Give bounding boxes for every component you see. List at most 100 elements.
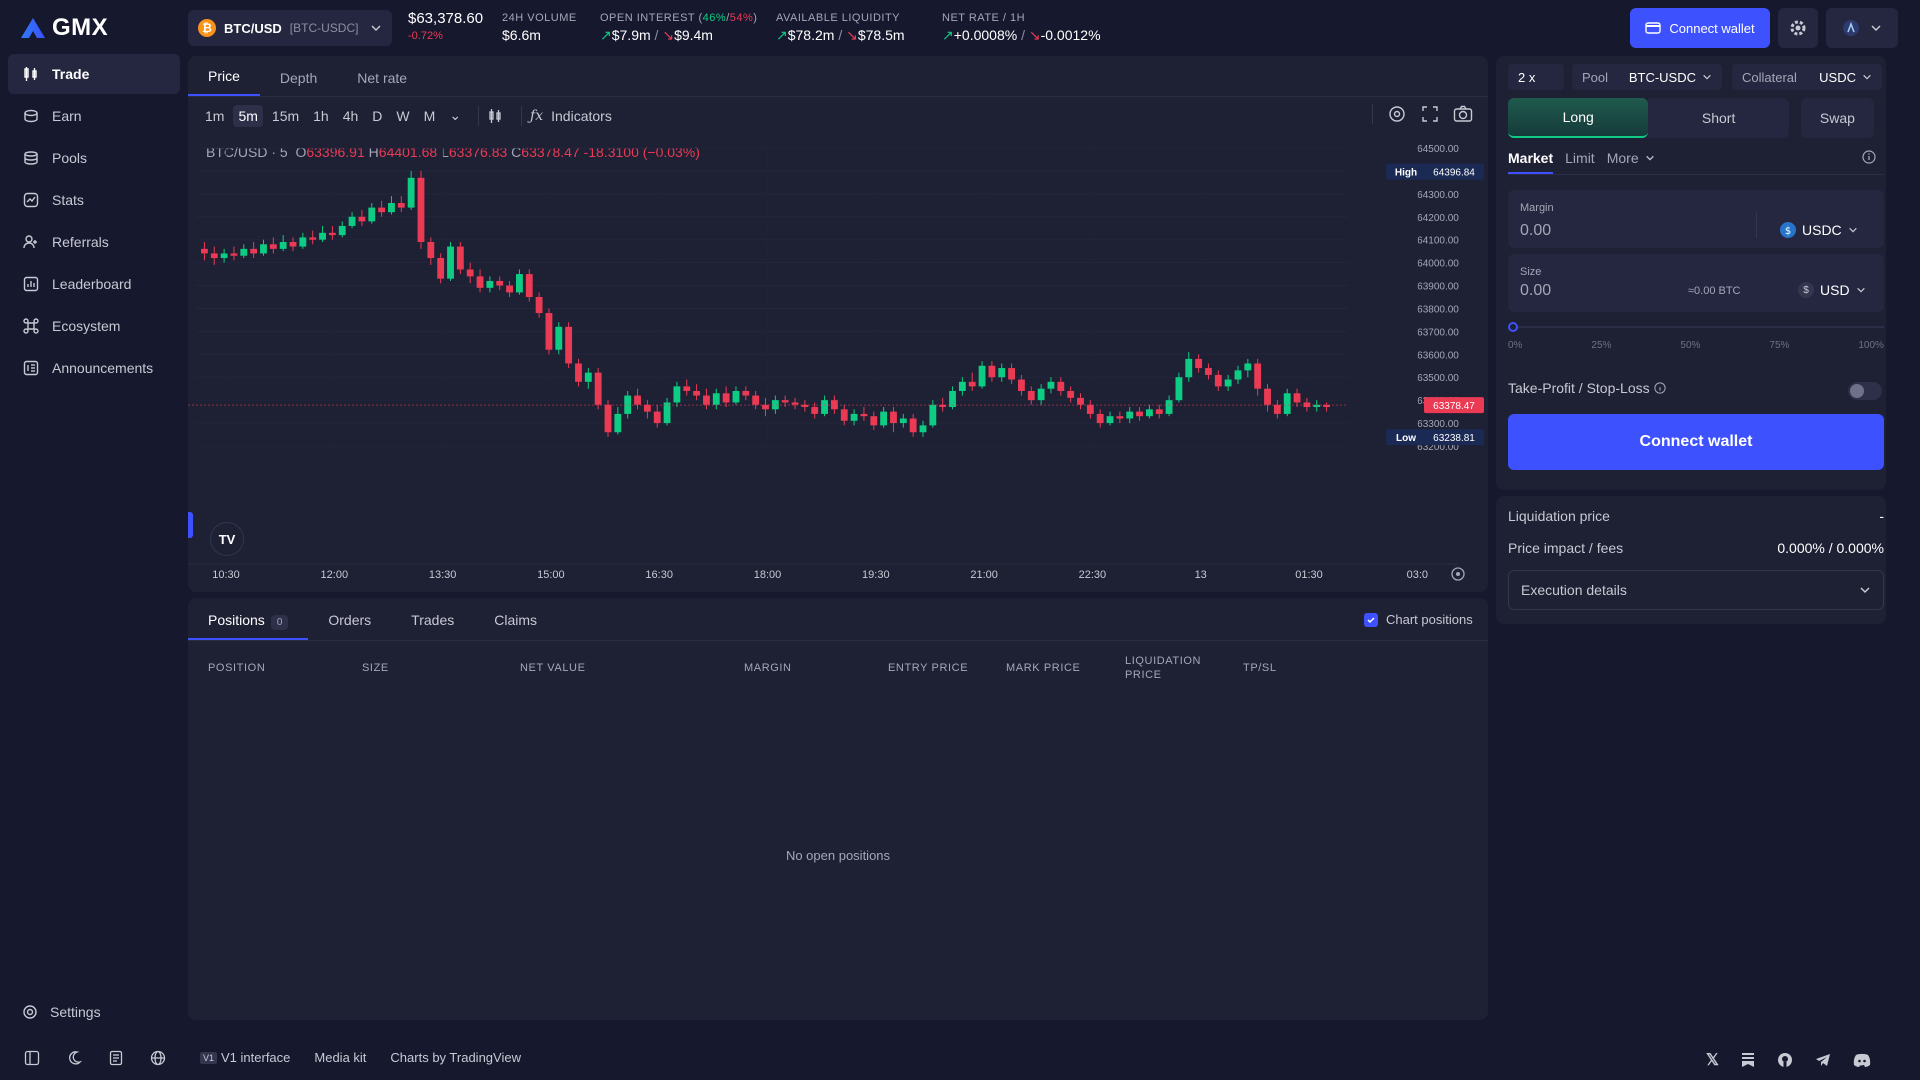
slider-mark[interactable]: 100% xyxy=(1858,340,1884,351)
size-input-box: Size 0.00 ≈0.00 BTC $ USD xyxy=(1508,254,1884,312)
margin-input[interactable]: 0.00 xyxy=(1520,222,1551,240)
timeframe-4h[interactable]: 4h xyxy=(338,105,364,127)
candle-body xyxy=(1096,413,1104,424)
y-tick-label: 63900.00 xyxy=(1417,282,1459,293)
tab-trades[interactable]: Trades xyxy=(391,598,474,640)
candle-body xyxy=(1165,400,1173,414)
chart-side-handle[interactable] xyxy=(188,512,193,538)
timeframe-w[interactable]: W xyxy=(391,105,414,127)
size-input[interactable]: 0.00 xyxy=(1520,282,1551,300)
candle-body xyxy=(752,395,760,405)
sidebar-item-label: Earn xyxy=(52,108,82,124)
sidebar-item-label: Referrals xyxy=(52,234,109,250)
telegram-icon[interactable] xyxy=(1815,1052,1831,1068)
candle-body xyxy=(555,326,563,350)
sidebar-item-trade[interactable]: Trade xyxy=(8,54,180,94)
timeframe-more-chevron-icon[interactable]: ⌄ xyxy=(444,104,466,127)
tab-net-rate[interactable]: Net rate xyxy=(337,70,427,96)
candle-body xyxy=(368,207,376,222)
substack-icon[interactable] xyxy=(1741,1052,1755,1068)
settings-button[interactable] xyxy=(1778,8,1818,48)
pool-selector[interactable]: Pool BTC-USDC xyxy=(1572,64,1722,90)
indicators-button[interactable]: ƒx Indicators xyxy=(530,108,612,124)
sidebar-item-leaderboard[interactable]: Leaderboard xyxy=(8,264,180,304)
chart-positions-toggle[interactable]: Chart positions xyxy=(1364,612,1473,627)
timeframe-5m[interactable]: 5m xyxy=(233,104,263,127)
y-tick-label: 63600.00 xyxy=(1417,350,1459,361)
footer-link-tradingview[interactable]: Charts by TradingView xyxy=(390,1050,521,1065)
swap-tab[interactable]: Swap xyxy=(1800,98,1874,138)
leverage-slider-handle[interactable] xyxy=(1508,322,1518,332)
candle-type-icon[interactable] xyxy=(487,108,503,124)
order-type-limit[interactable]: Limit xyxy=(1565,150,1595,174)
pair-selector[interactable]: ₿ BTC/USD [BTC-USDC] xyxy=(188,10,392,46)
timeframe-m[interactable]: M xyxy=(419,105,441,127)
candle-body xyxy=(742,390,750,396)
divider xyxy=(1508,174,1884,175)
github-icon[interactable] xyxy=(1777,1052,1793,1068)
tab-orders[interactable]: Orders xyxy=(308,598,391,640)
logo[interactable]: GMX xyxy=(20,14,108,42)
x-twitter-icon[interactable]: 𝕏 xyxy=(1706,1050,1719,1070)
tradingview-logo[interactable]: TV xyxy=(210,522,244,556)
candle-body xyxy=(319,232,326,240)
slider-mark[interactable]: 50% xyxy=(1680,340,1700,351)
candle-body xyxy=(476,276,484,288)
info-icon[interactable] xyxy=(1653,382,1666,394)
sidebar-item-announcements[interactable]: Announcements xyxy=(8,348,180,388)
tab-claims[interactable]: Claims xyxy=(474,598,557,640)
timeframe-1m[interactable]: 1m xyxy=(200,105,229,127)
slider-mark[interactable]: 25% xyxy=(1591,340,1611,351)
connect-wallet-submit-button[interactable]: Connect wallet xyxy=(1508,414,1884,470)
camera-icon[interactable] xyxy=(1453,105,1473,123)
order-type-market[interactable]: Market xyxy=(1508,150,1554,174)
collateral-selector[interactable]: Collateral USDC xyxy=(1732,64,1882,90)
slider-mark[interactable]: 0% xyxy=(1508,340,1522,351)
sidebar-item-ecosystem[interactable]: Ecosystem xyxy=(8,306,180,346)
sidebar-collapse-icon[interactable] xyxy=(24,1050,40,1066)
tab-price[interactable]: Price xyxy=(188,68,260,96)
execution-details-toggle[interactable]: Execution details xyxy=(1508,570,1884,610)
sidebar-item-pools[interactable]: Pools xyxy=(8,138,180,178)
discord-icon[interactable] xyxy=(1853,1053,1871,1067)
fullscreen-icon[interactable] xyxy=(1421,105,1439,123)
long-tab[interactable]: Long xyxy=(1508,98,1649,138)
tab-depth[interactable]: Depth xyxy=(260,70,337,96)
candle-body xyxy=(722,393,730,403)
tpsl-toggle[interactable] xyxy=(1848,382,1882,400)
chart-settings-icon[interactable] xyxy=(1387,104,1407,124)
footer-icons-left xyxy=(24,1050,166,1066)
moon-icon[interactable] xyxy=(66,1050,82,1066)
globe-icon[interactable] xyxy=(150,1050,166,1066)
candle-body xyxy=(535,297,543,314)
footer-link-v1[interactable]: V1 V1 interface xyxy=(200,1050,290,1065)
candle-body xyxy=(594,372,602,405)
sidebar-item-stats[interactable]: Stats xyxy=(8,180,180,220)
checkbox-checked-icon[interactable] xyxy=(1364,612,1378,627)
margin-token-selector[interactable]: $ USDC xyxy=(1780,222,1858,238)
candle-body xyxy=(388,203,395,213)
candle-body xyxy=(909,418,917,433)
short-tab[interactable]: Short xyxy=(1648,98,1789,138)
candle-body xyxy=(575,363,582,382)
sidebar-item-referrals[interactable]: Referrals xyxy=(8,222,180,262)
leverage-slider-track[interactable] xyxy=(1508,326,1884,328)
timeframe-d[interactable]: D xyxy=(367,105,387,127)
footer-link-media-kit[interactable]: Media kit xyxy=(314,1050,366,1065)
timeframe-15m[interactable]: 15m xyxy=(267,105,304,127)
candle-body xyxy=(584,372,592,382)
docs-icon[interactable] xyxy=(108,1050,124,1066)
size-token-selector[interactable]: $ USD xyxy=(1798,282,1866,298)
network-selector[interactable] xyxy=(1826,8,1898,48)
connect-wallet-button[interactable]: Connect wallet xyxy=(1630,8,1770,48)
slider-mark[interactable]: 75% xyxy=(1769,340,1789,351)
leverage-chip[interactable]: 2 x xyxy=(1508,64,1564,90)
sidebar-item-earn[interactable]: Earn xyxy=(8,96,180,136)
sidebar-item-settings[interactable]: Settings xyxy=(22,1004,101,1020)
order-type-more[interactable]: More xyxy=(1607,150,1655,174)
info-icon[interactable] xyxy=(1862,150,1876,164)
candle-body xyxy=(466,269,474,277)
timeframe-1h[interactable]: 1h xyxy=(308,105,334,127)
tab-positions[interactable]: Positions 0 xyxy=(188,598,309,640)
price-chart[interactable]: 64500.0064400.0064300.0064200.0064100.00… xyxy=(188,136,1488,590)
